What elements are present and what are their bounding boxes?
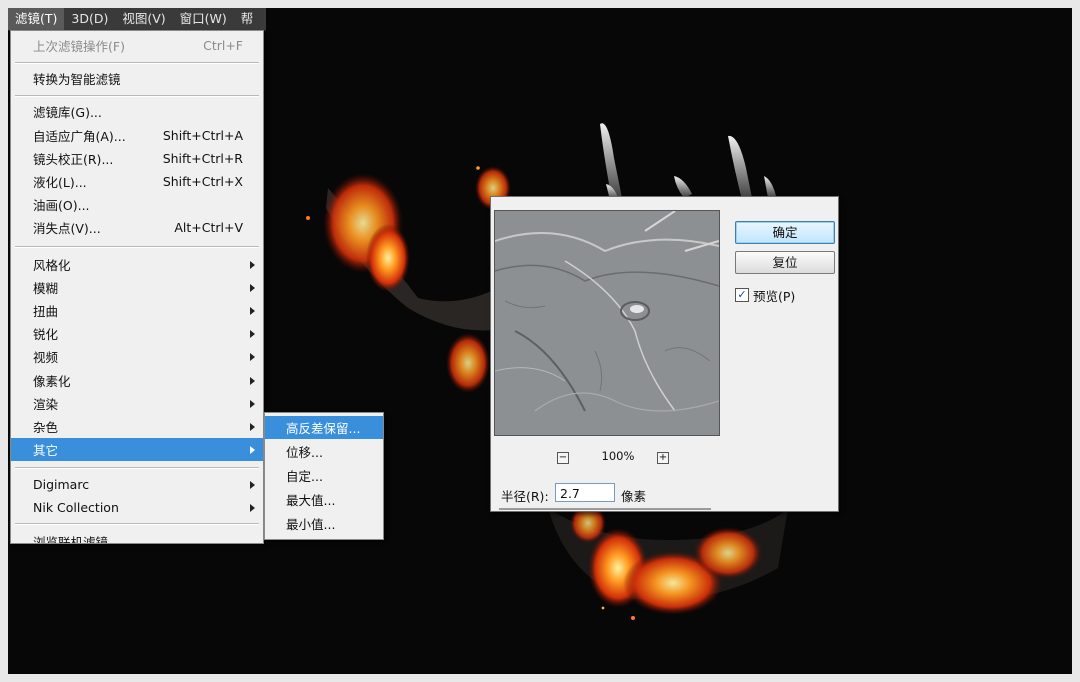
menu-item-sharpen[interactable]: 锐化 xyxy=(11,322,263,345)
menu-item-label: 滤镜库(G)... xyxy=(33,105,102,120)
zoom-out-button[interactable]: − xyxy=(557,452,569,464)
menu-item-filter-gallery[interactable]: 滤镜库(G)... xyxy=(11,100,263,123)
menu-filter[interactable]: 滤镜(T) xyxy=(8,8,65,30)
menu-item-shortcut: Shift+Ctrl+A xyxy=(162,128,243,143)
menu-separator xyxy=(15,95,259,97)
zoom-level: 100% xyxy=(601,449,635,463)
radius-label: 半径(R): xyxy=(501,489,549,504)
menu-separator xyxy=(15,246,259,248)
menu-item-label: 油画(O)... xyxy=(33,198,90,213)
submenu-item-label: 位移... xyxy=(286,445,323,460)
menu-separator xyxy=(15,62,259,64)
menu-item-label: 像素化 xyxy=(33,374,71,389)
submenu-arrow-icon xyxy=(250,480,255,489)
menu-item-distort[interactable]: 扭曲 xyxy=(11,299,263,322)
submenu-item-high-pass[interactable]: 高反差保留... xyxy=(265,416,383,439)
submenu-item-label: 最小值... xyxy=(286,517,336,532)
zoom-in-button[interactable]: + xyxy=(657,452,669,464)
menu-item-label: 转换为智能滤镜 xyxy=(33,72,121,87)
menu-item-label: Nik Collection xyxy=(33,500,119,515)
menu-item-shortcut: Shift+Ctrl+R xyxy=(162,151,243,166)
ok-button[interactable]: 确定 xyxy=(735,221,835,244)
menu-item-liquify[interactable]: 液化(L)... Shift+Ctrl+X xyxy=(11,170,263,193)
submenu-arrow-icon xyxy=(250,376,255,385)
submenu-item-offset[interactable]: 位移... xyxy=(265,440,383,463)
filter-dropdown-menu: 上次滤镜操作(F) Ctrl+F 转换为智能滤镜 滤镜库(G)... 自适应广角… xyxy=(10,30,264,544)
submenu-item-label: 高反差保留... xyxy=(286,421,361,436)
preview-texture xyxy=(495,211,719,435)
menu-item-noise[interactable]: 杂色 xyxy=(11,415,263,438)
submenu-item-minimum[interactable]: 最小值... xyxy=(265,512,383,535)
menu-item-label: 自适应广角(A)... xyxy=(33,129,126,144)
menu-item-label: 消失点(V)... xyxy=(33,221,101,236)
menu-item-lens-correction[interactable]: 镜头校正(R)... Shift+Ctrl+R xyxy=(11,147,263,170)
reset-button[interactable]: 复位 xyxy=(735,251,835,274)
radius-input[interactable]: 2.7 xyxy=(555,483,615,502)
menu-item-last-filter[interactable]: 上次滤镜操作(F) Ctrl+F xyxy=(11,34,263,57)
menu-item-label: 风格化 xyxy=(33,258,71,273)
menu-item-label: Digimarc xyxy=(33,477,90,492)
submenu-arrow-icon xyxy=(250,352,255,361)
radius-slider[interactable] xyxy=(499,508,711,510)
menu-item-vanishing-point[interactable]: 消失点(V)... Alt+Ctrl+V xyxy=(11,216,263,239)
menu-item-label: 上次滤镜操作(F) xyxy=(33,39,125,54)
preview-checkbox[interactable]: ✓ xyxy=(735,288,749,302)
photoshop-window: 滤镜(T) 3D(D) 视图(V) 窗口(W) 帮 上次滤镜操作(F) Ctrl… xyxy=(8,8,1072,674)
menu-item-shortcut: Alt+Ctrl+V xyxy=(174,220,243,235)
menu-item-label: 模糊 xyxy=(33,281,59,296)
menu-item-label: 液化(L)... xyxy=(33,175,87,190)
menu-3d[interactable]: 3D(D) xyxy=(64,8,115,30)
menu-item-browse-online-filters[interactable]: 浏览联机滤镜 xyxy=(11,530,263,544)
menu-bar: 滤镜(T) 3D(D) 视图(V) 窗口(W) 帮 xyxy=(8,8,266,31)
submenu-item-label: 自定... xyxy=(286,469,323,484)
submenu-item-label: 最大值... xyxy=(286,493,336,508)
submenu-item-custom[interactable]: 自定... xyxy=(265,464,383,487)
other-submenu: 高反差保留... 位移... 自定... 最大值... 最小值... xyxy=(264,412,384,540)
menu-item-label: 锐化 xyxy=(33,327,59,342)
menu-item-oil-paint[interactable]: 油画(O)... xyxy=(11,193,263,216)
submenu-arrow-icon xyxy=(250,306,255,315)
menu-item-other[interactable]: 其它 xyxy=(11,438,263,461)
menu-item-label: 镜头校正(R)... xyxy=(33,152,114,167)
menu-item-label: 杂色 xyxy=(33,420,59,435)
menu-item-label: 其它 xyxy=(33,443,59,458)
menu-item-convert-smart-filter[interactable]: 转换为智能滤镜 xyxy=(11,67,263,90)
menu-item-label: 渲染 xyxy=(33,397,59,412)
submenu-arrow-icon xyxy=(250,329,255,338)
menu-item-label: 浏览联机滤镜 xyxy=(33,535,109,544)
submenu-arrow-icon xyxy=(250,260,255,269)
menu-item-render[interactable]: 渲染 xyxy=(11,392,263,415)
menu-item-blur[interactable]: 模糊 xyxy=(11,276,263,299)
menu-item-digimarc[interactable]: Digimarc xyxy=(11,473,263,496)
menu-item-nik-collection[interactable]: Nik Collection xyxy=(11,496,263,519)
submenu-arrow-icon xyxy=(250,399,255,408)
menu-item-pixelate[interactable]: 像素化 xyxy=(11,369,263,392)
menu-help[interactable]: 帮 xyxy=(234,8,261,30)
preview-checkbox-label: 预览(P) xyxy=(753,289,796,304)
submenu-item-maximum[interactable]: 最大值... xyxy=(265,488,383,511)
menu-item-label: 视频 xyxy=(33,350,59,365)
menu-item-video[interactable]: 视频 xyxy=(11,345,263,368)
menu-item-shortcut: Ctrl+F xyxy=(203,38,243,53)
menu-item-stylize[interactable]: 风格化 xyxy=(11,253,263,276)
menu-item-shortcut: Shift+Ctrl+X xyxy=(162,174,243,189)
submenu-arrow-icon xyxy=(250,445,255,454)
radius-unit-label: 像素 xyxy=(621,489,647,504)
submenu-arrow-icon xyxy=(250,422,255,431)
menu-view[interactable]: 视图(V) xyxy=(115,8,172,30)
submenu-arrow-icon xyxy=(250,283,255,292)
menu-separator xyxy=(15,467,259,469)
filter-preview-image[interactable] xyxy=(494,210,720,436)
menu-item-adaptive-wide-angle[interactable]: 自适应广角(A)... Shift+Ctrl+A xyxy=(11,124,263,147)
menu-separator xyxy=(15,523,259,525)
menu-item-label: 扭曲 xyxy=(33,304,59,319)
submenu-arrow-icon xyxy=(250,503,255,512)
menu-window[interactable]: 窗口(W) xyxy=(173,8,234,30)
high-pass-dialog: 确定 复位 ✓ 预览(P) − 100% + 半径(R): 2.7 像素 xyxy=(490,196,839,512)
